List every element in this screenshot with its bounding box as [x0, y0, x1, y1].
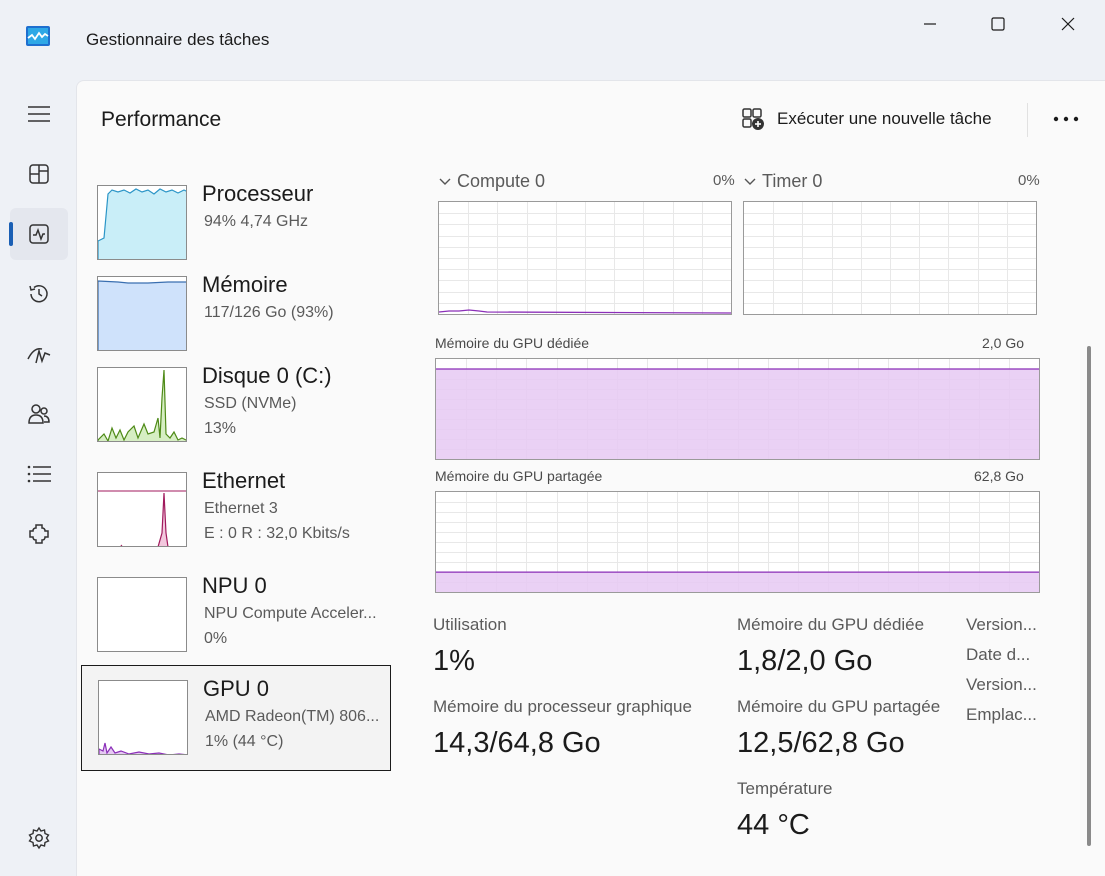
- engine-name: Compute 0: [457, 171, 546, 191]
- nav-settings[interactable]: [10, 812, 68, 864]
- temperature-value: 44 °C: [737, 809, 810, 841]
- processes-icon: [29, 164, 49, 184]
- engine-percent: 0%: [1018, 172, 1040, 189]
- active-nav-indicator: [9, 222, 13, 246]
- timer-engine-graph: [743, 201, 1037, 315]
- shared-memory-graph-label: Mémoire du GPU partagée: [435, 468, 603, 484]
- performance-icon: [29, 224, 49, 244]
- dedicated-memory-graph: [435, 358, 1040, 460]
- directx-version-label: Version...: [966, 675, 1037, 694]
- shared-memory-label: Mémoire du GPU partagée: [737, 697, 941, 716]
- disk-name: Disque 0 (C:): [202, 363, 332, 388]
- run-new-task-label: Exécuter une nouvelle tâche: [777, 109, 992, 128]
- nav-users[interactable]: [10, 388, 68, 440]
- hamburger-icon: [28, 106, 50, 122]
- chevron-down-icon: [744, 178, 756, 185]
- disk-thumbnail-graph: [97, 367, 187, 442]
- nav-details[interactable]: [10, 448, 68, 500]
- processor-thumbnail-graph: [97, 185, 187, 260]
- gpu-name: GPU 0: [203, 676, 270, 701]
- ethernet-throughput: E : 0 R : 32,0 Kbits/s: [204, 525, 350, 542]
- dedicated-memory-graph-label: Mémoire du GPU dédiée: [435, 335, 590, 351]
- device-ethernet[interactable]: Ethernet Ethernet 3 E : 0 R : 32,0 Kbits…: [81, 458, 391, 564]
- physical-location-label: Emplac...: [966, 705, 1037, 724]
- engine-name: Timer 0: [762, 171, 823, 191]
- shared-memory-graph: [435, 491, 1040, 593]
- gpu-processor-memory-label: Mémoire du processeur graphique: [433, 697, 692, 716]
- maximize-button[interactable]: [976, 10, 1020, 38]
- npu-name: NPU 0: [202, 573, 267, 598]
- driver-date-label: Date d...: [966, 645, 1031, 664]
- npu-thumbnail-graph: [97, 577, 187, 652]
- ethernet-thumbnail-graph: [97, 472, 187, 547]
- temperature-label: Température: [737, 779, 833, 798]
- device-gpu[interactable]: GPU 0 AMD Radeon(TM) 806... 1% (44 °C): [81, 665, 391, 771]
- engine-selector-compute[interactable]: Compute 0: [439, 171, 545, 192]
- gpu-usage: 1% (44 °C): [205, 733, 284, 750]
- minimize-button[interactable]: [908, 10, 952, 38]
- users-icon: [28, 404, 50, 424]
- driver-version-label: Version...: [966, 615, 1037, 634]
- npu-model: NPU Compute Acceler...: [204, 605, 377, 622]
- engine-percent: 0%: [713, 172, 735, 189]
- disk-type: SSD (NVMe): [204, 395, 297, 412]
- processor-usage: 94% 4,74 GHz: [204, 213, 309, 230]
- nav-performance[interactable]: [10, 208, 68, 260]
- utilisation-value: 1%: [433, 645, 475, 677]
- compute-engine-graph: [438, 201, 732, 315]
- ethernet-name: Ethernet: [202, 468, 286, 493]
- nav-services[interactable]: [10, 508, 68, 560]
- page-title: Performance: [101, 108, 222, 131]
- nav-startup-apps[interactable]: [10, 328, 68, 380]
- dedicated-memory-label: Mémoire du GPU dédiée: [737, 615, 925, 634]
- npu-usage: 0%: [204, 630, 228, 647]
- disk-usage: 13%: [204, 420, 237, 437]
- window-title: Gestionnaire des tâches: [86, 30, 270, 49]
- ethernet-adapter: Ethernet 3: [204, 500, 278, 517]
- processor-name: Processeur: [202, 181, 314, 206]
- gpu-model: AMD Radeon(TM) 806...: [205, 708, 380, 725]
- startup-icon: [27, 347, 51, 364]
- device-npu[interactable]: NPU 0 NPU Compute Acceler... 0%: [81, 563, 391, 669]
- services-icon: [29, 524, 49, 544]
- header-divider: [1027, 103, 1028, 137]
- more-dots-icon: [1053, 116, 1079, 122]
- engine-selector-timer[interactable]: Timer 0: [744, 171, 822, 192]
- nav-app-history[interactable]: [10, 268, 68, 320]
- memory-usage: 117/126 Go (93%): [204, 304, 334, 321]
- more-options-button[interactable]: [1049, 103, 1083, 135]
- utilisation-label: Utilisation: [433, 615, 507, 634]
- gpu-processor-memory-value: 14,3/64,8 Go: [433, 727, 601, 759]
- run-new-task-button[interactable]: Exécuter une nouvelle tâche: [741, 103, 992, 135]
- task-manager-app-icon: [26, 26, 50, 46]
- performance-panel: Performance Exécuter une nouvelle tâche …: [76, 80, 1105, 876]
- title-bar: Gestionnaire des tâches: [0, 0, 1105, 80]
- device-disk[interactable]: Disque 0 (C:) SSD (NVMe) 13%: [81, 353, 391, 459]
- memory-thumbnail-graph: [97, 276, 187, 351]
- details-icon: [27, 465, 51, 483]
- dedicated-memory-value: 1,8/2,0 Go: [737, 645, 873, 677]
- settings-icon: [28, 826, 50, 850]
- gpu-thumbnail-graph: [98, 680, 188, 755]
- vertical-scrollbar[interactable]: [1087, 346, 1091, 846]
- memory-name: Mémoire: [202, 272, 288, 297]
- shared-memory-graph-max: 62,8 Go: [974, 468, 1024, 484]
- hamburger-menu-button[interactable]: [10, 88, 68, 140]
- new-task-icon: [742, 108, 764, 130]
- chevron-down-icon: [439, 178, 451, 185]
- app-history-icon: [29, 285, 48, 303]
- shared-memory-value: 12,5/62,8 Go: [737, 727, 905, 759]
- nav-processes[interactable]: [10, 148, 68, 200]
- dedicated-memory-graph-max: 2,0 Go: [982, 335, 1025, 351]
- close-button[interactable]: [1046, 10, 1090, 38]
